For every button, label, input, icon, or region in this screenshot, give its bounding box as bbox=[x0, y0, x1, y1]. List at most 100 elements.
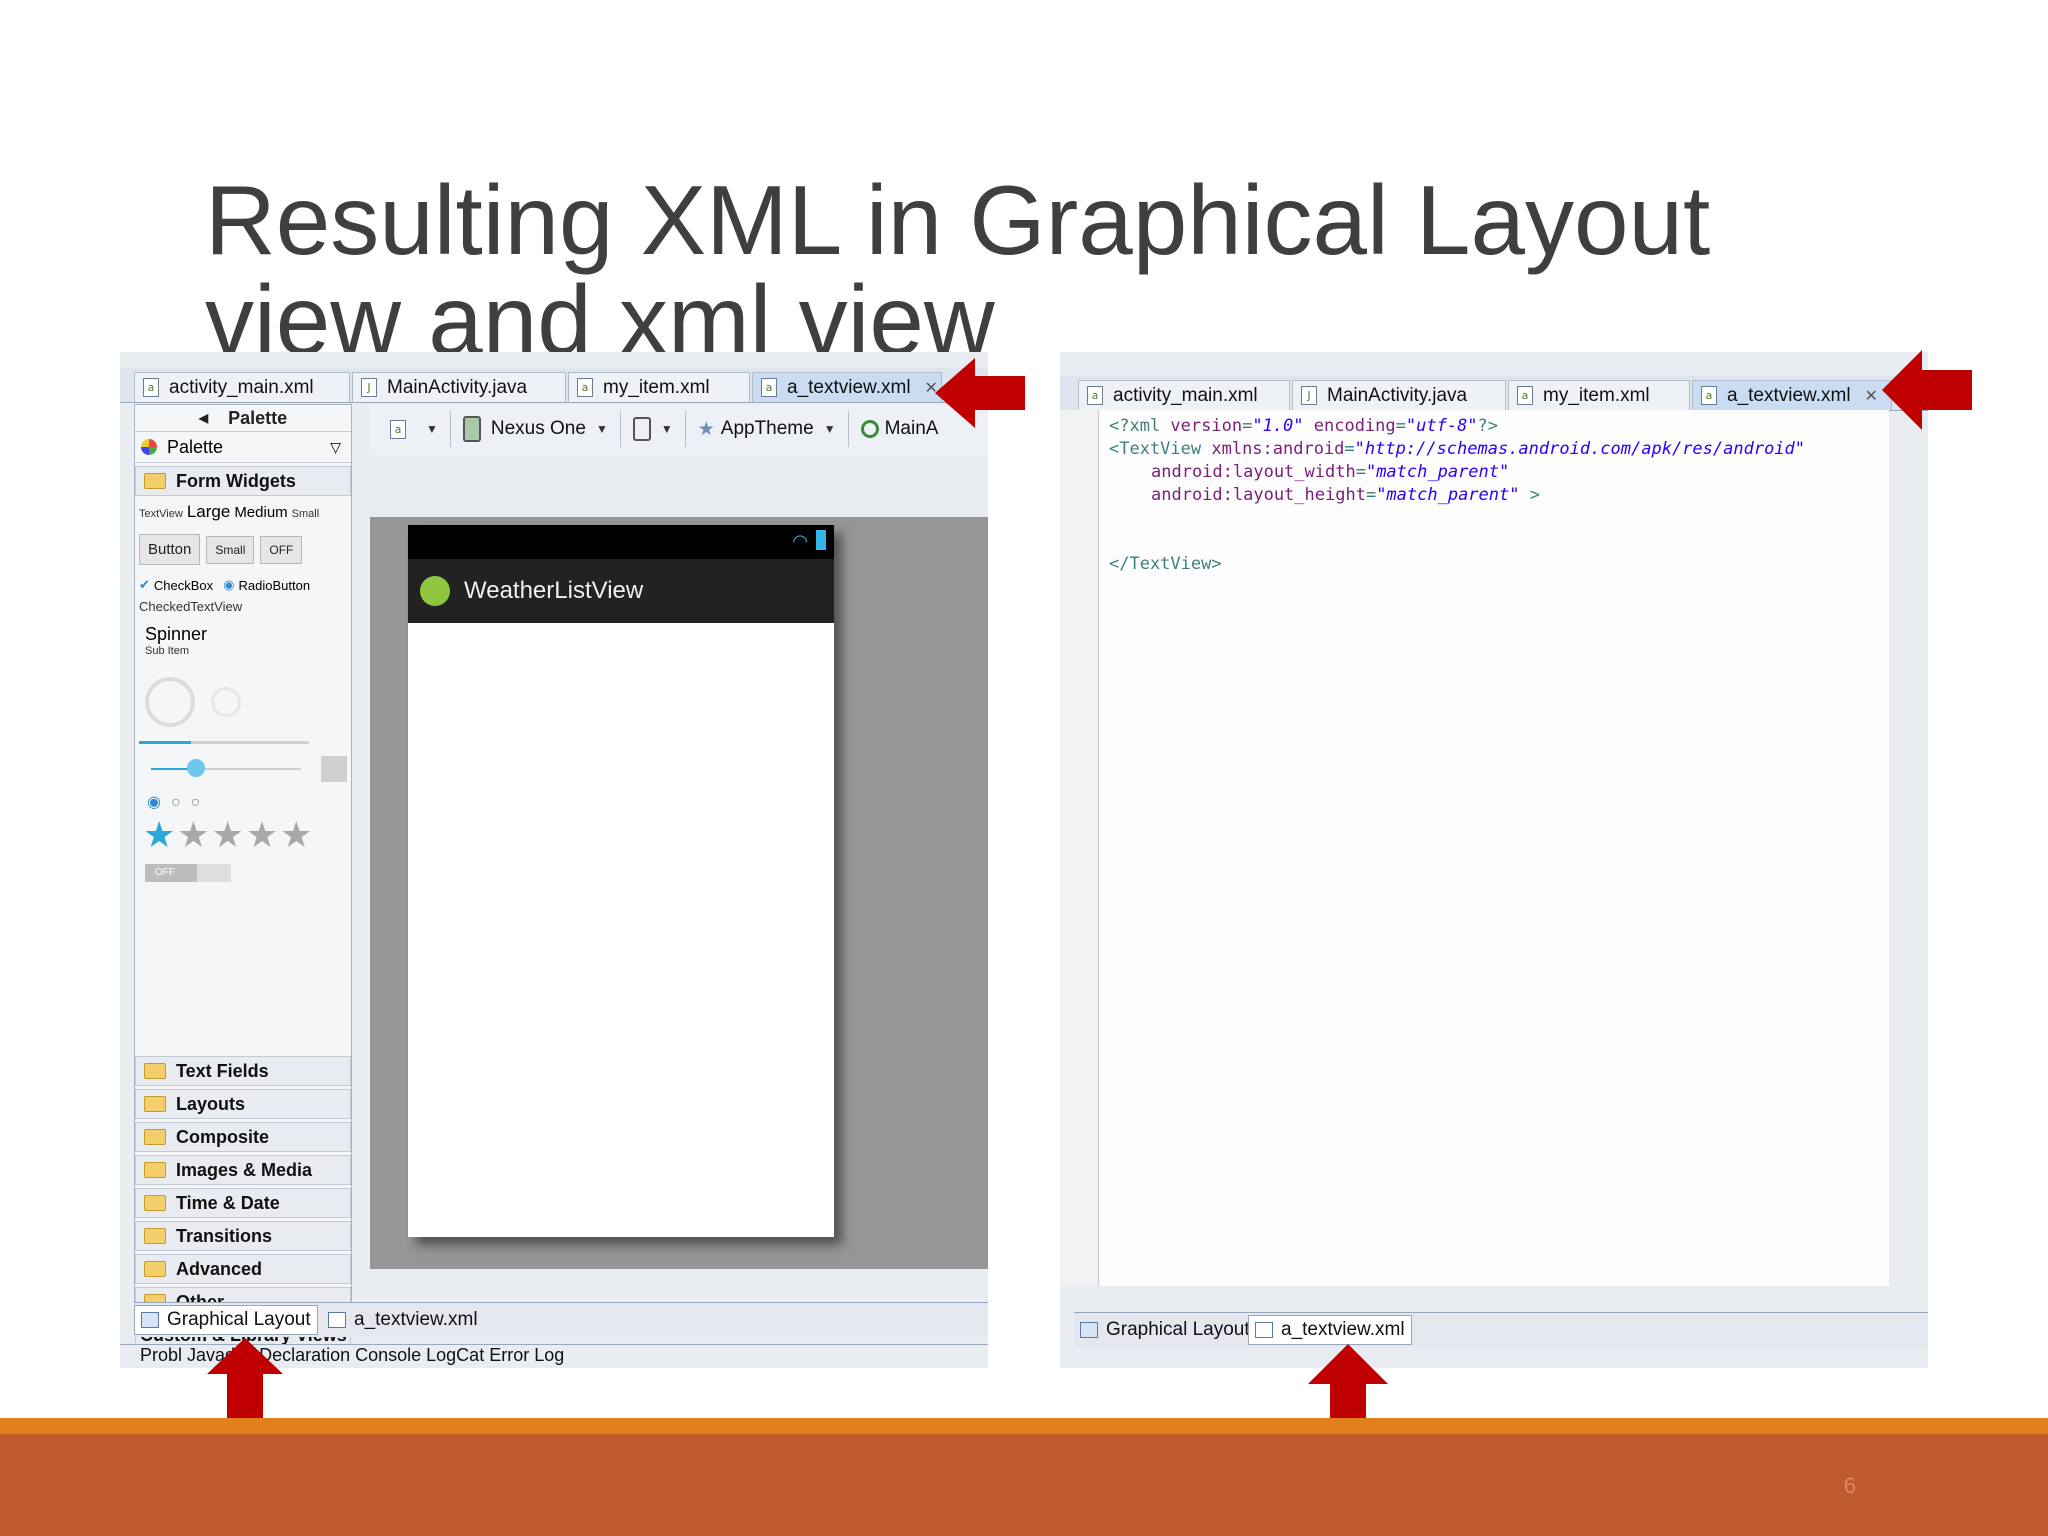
code-token: version bbox=[1170, 416, 1243, 436]
tab-my-item[interactable]: a my_item.xml bbox=[568, 372, 750, 402]
device-preview: ◠ WeatherListView bbox=[408, 525, 834, 1237]
editor-bottom-tabs: Graphical Layout a_textview.xml bbox=[1074, 1312, 1928, 1347]
code-token: = bbox=[1344, 439, 1355, 459]
radiobutton-widget[interactable]: RadioButton bbox=[239, 578, 311, 593]
code-token: = bbox=[1355, 462, 1366, 482]
xml-editor[interactable]: <?xml version="1.0" encoding="utf-8"?> <… bbox=[1098, 410, 1889, 1286]
tab-label: my_item.xml bbox=[1543, 384, 1650, 406]
tab-my-item[interactable]: a my_item.xml bbox=[1508, 380, 1690, 410]
activity-selector[interactable]: MainA bbox=[885, 418, 939, 440]
config-icon[interactable]: a bbox=[390, 419, 406, 439]
star-icon: ★ bbox=[697, 418, 715, 440]
java-file-icon: J bbox=[1301, 386, 1317, 405]
radio-icon: ◉ bbox=[223, 577, 235, 592]
views-tabs[interactable]: Probl Javadoc Declaration Console LogCat… bbox=[120, 1345, 564, 1365]
tab-a-textview[interactable]: a a_textview.xml ✕ bbox=[752, 372, 942, 402]
palette-selector[interactable]: Palette ▽ bbox=[135, 431, 351, 463]
seekbar-thumb-icon bbox=[187, 759, 205, 777]
tab-mainactivity-java[interactable]: J MainActivity.java bbox=[1292, 380, 1506, 410]
category-transitions[interactable]: Transitions bbox=[135, 1221, 351, 1251]
tab-activity-main[interactable]: a activity_main.xml bbox=[134, 372, 350, 402]
layout-canvas[interactable]: ◠ WeatherListView bbox=[370, 517, 988, 1269]
app-title: WeatherListView bbox=[464, 577, 644, 604]
chevron-down-icon[interactable]: ▼ bbox=[596, 422, 608, 436]
tab-a-textview[interactable]: a a_textview.xml ✕ bbox=[1692, 380, 1892, 410]
category-label: Text Fields bbox=[176, 1060, 269, 1081]
seekbar-widget[interactable] bbox=[139, 756, 347, 782]
checkedtextview-widget[interactable]: CheckedTextView bbox=[139, 599, 347, 614]
category-layouts[interactable]: Layouts bbox=[135, 1089, 351, 1119]
switch-label: OFF bbox=[145, 864, 197, 882]
folder-icon bbox=[144, 1228, 166, 1244]
folder-icon bbox=[144, 1129, 166, 1145]
folder-icon bbox=[144, 1261, 166, 1277]
code-token: = bbox=[1242, 416, 1253, 436]
spinner-widget[interactable]: Spinner bbox=[139, 624, 347, 645]
graphical-layout-screenshot: a activity_main.xml J MainActivity.java am… bbox=[120, 352, 988, 1368]
palette-icon bbox=[141, 439, 157, 455]
tab-xml-source[interactable]: a_textview.xml bbox=[1248, 1315, 1412, 1345]
tab-label: MainActivity.java bbox=[1327, 384, 1468, 406]
tab-mainactivity-java[interactable]: J MainActivity.java bbox=[352, 372, 566, 402]
category-label: Form Widgets bbox=[176, 470, 296, 491]
small-text-widget[interactable]: Small bbox=[292, 508, 320, 520]
switch-widget[interactable]: OFF bbox=[145, 864, 231, 882]
code-token: android:layout_width bbox=[1151, 462, 1356, 482]
checkbox-widget[interactable]: CheckBox bbox=[154, 578, 213, 593]
category-form-widgets[interactable]: Form Widgets bbox=[135, 466, 351, 496]
theme-selector[interactable]: AppTheme bbox=[721, 418, 814, 440]
category-advanced[interactable]: Advanced bbox=[135, 1254, 351, 1284]
category-label: Time & Date bbox=[176, 1192, 280, 1213]
xml-file-icon: a bbox=[1701, 386, 1717, 405]
tab-label: Graphical Layout bbox=[167, 1309, 311, 1330]
spinner-subitem: Sub Item bbox=[145, 645, 190, 657]
category-images-media[interactable]: Images & Media bbox=[135, 1155, 351, 1185]
small-button-widget[interactable]: Small bbox=[206, 536, 255, 564]
radiogroup-widget[interactable]: ◉○○ bbox=[139, 792, 347, 812]
divider bbox=[847, 411, 849, 447]
tab-activity-main[interactable]: a activity_main.xml bbox=[1078, 380, 1290, 410]
category-label: Images & Media bbox=[176, 1159, 313, 1180]
close-icon[interactable]: ✕ bbox=[1865, 386, 1878, 406]
xml-file-icon: a bbox=[761, 378, 777, 397]
large-text-widget[interactable]: Large bbox=[187, 502, 230, 522]
chevron-down-icon[interactable]: ▼ bbox=[824, 422, 836, 436]
code-token: <?xml bbox=[1109, 416, 1171, 436]
tab-graphical-layout[interactable]: Graphical Layout bbox=[1074, 1315, 1256, 1345]
chevron-down-icon[interactable]: ▼ bbox=[426, 422, 438, 436]
footer-band bbox=[0, 1434, 2048, 1536]
category-text-fields[interactable]: Text Fields bbox=[135, 1056, 351, 1086]
code-token: <TextView bbox=[1109, 439, 1212, 459]
palette-selector-label: Palette bbox=[167, 436, 224, 457]
tab-graphical-layout[interactable]: Graphical Layout bbox=[134, 1305, 318, 1335]
button-widget[interactable]: Button bbox=[139, 534, 201, 565]
rotate-icon[interactable] bbox=[632, 417, 651, 441]
category-composite[interactable]: Composite bbox=[135, 1122, 351, 1152]
chevron-down-icon[interactable]: ▼ bbox=[661, 422, 673, 436]
tab-label: activity_main.xml bbox=[169, 376, 314, 398]
code-token: "1.0" bbox=[1252, 416, 1304, 436]
quick-contact-icon bbox=[321, 756, 347, 782]
android-icon bbox=[420, 576, 450, 606]
category-time-date[interactable]: Time & Date bbox=[135, 1188, 351, 1218]
xml-source-icon bbox=[1255, 1322, 1273, 1338]
textview-widget[interactable]: TextView bbox=[139, 508, 183, 520]
xml-file-icon: a bbox=[1517, 386, 1533, 405]
device-status-bar: ◠ bbox=[408, 525, 834, 559]
graphical-layout-icon bbox=[141, 1312, 159, 1328]
device-action-bar: WeatherListView bbox=[408, 559, 834, 623]
editor-bottom-tabs: Graphical Layout a_textview.xml bbox=[134, 1302, 988, 1337]
code-line-3: android:layout_width="match_parent" bbox=[1151, 462, 1509, 482]
medium-text-widget[interactable]: Medium bbox=[234, 504, 287, 521]
tab-label: a_textview.xml bbox=[787, 376, 911, 398]
device-selector[interactable]: Nexus One bbox=[491, 418, 586, 440]
collapse-icon[interactable]: ◀ bbox=[199, 411, 208, 425]
toggle-button-widget[interactable]: OFF bbox=[260, 536, 303, 564]
tab-xml-source[interactable]: a_textview.xml bbox=[322, 1305, 484, 1335]
ratingbar-widget[interactable]: ★★★★★ bbox=[139, 814, 347, 856]
progress-widgets[interactable] bbox=[139, 677, 347, 727]
tab-label: my_item.xml bbox=[603, 376, 710, 398]
palette-header-label: Palette bbox=[228, 407, 288, 428]
horizontal-progressbar[interactable] bbox=[139, 741, 309, 744]
large-progress-icon bbox=[145, 677, 195, 727]
